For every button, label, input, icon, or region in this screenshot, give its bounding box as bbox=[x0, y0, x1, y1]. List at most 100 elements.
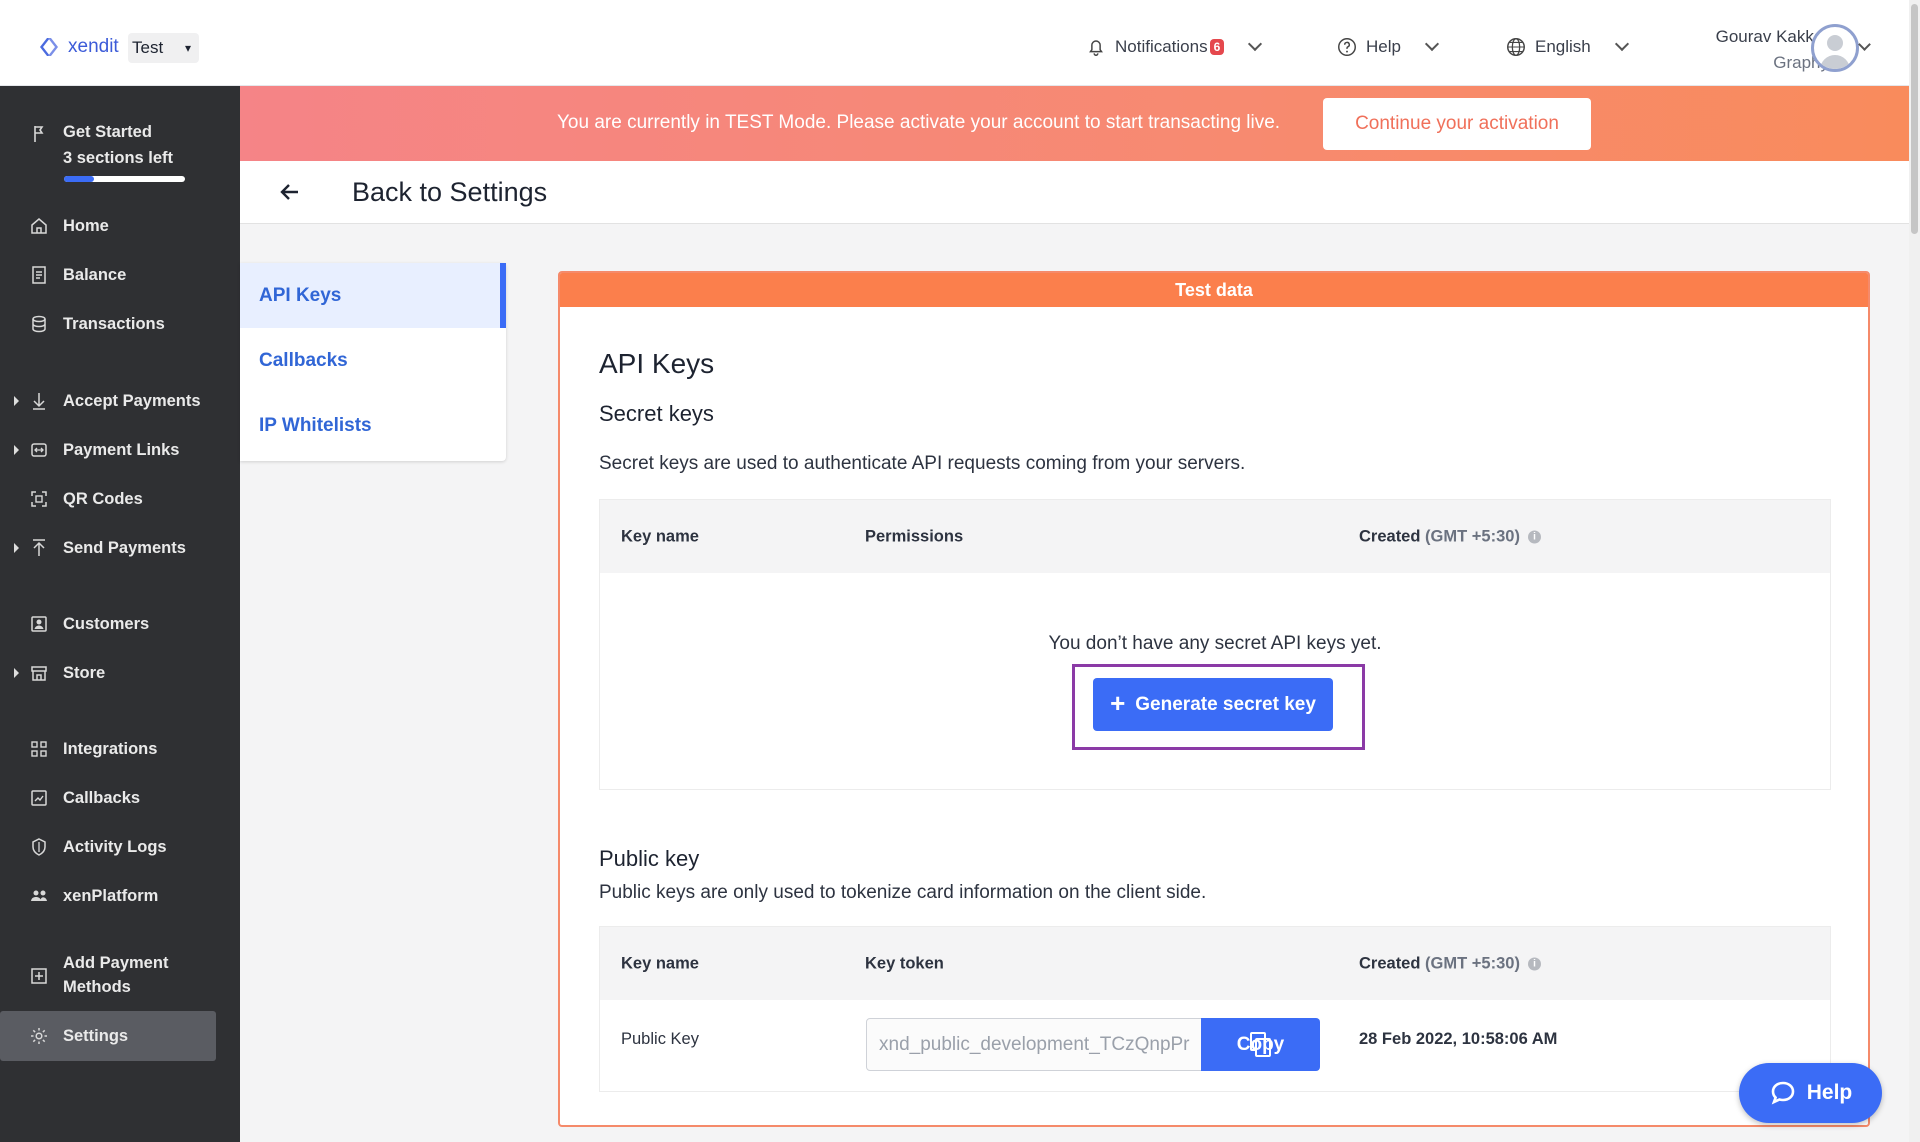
sidebar-item-callbacks[interactable]: Callbacks bbox=[0, 777, 216, 819]
submenu-item-ip-whitelists[interactable]: IP Whitelists bbox=[240, 393, 506, 458]
add-box-icon bbox=[31, 968, 47, 984]
sidebar-item-integrations[interactable]: Integrations bbox=[0, 728, 216, 770]
column-created: Created (GMT +5:30) i bbox=[1359, 527, 1541, 546]
sidebar-item-balance[interactable]: Balance bbox=[0, 254, 216, 296]
page-scrollbar[interactable] bbox=[1909, 0, 1920, 1142]
expand-arrow-icon bbox=[14, 445, 19, 455]
sidebar-item-send-payments[interactable]: Send Payments bbox=[0, 527, 216, 569]
arrow-left-icon[interactable] bbox=[278, 180, 302, 204]
accept-payments-icon bbox=[33, 393, 45, 410]
expand-arrow-icon bbox=[14, 668, 19, 678]
language-label: English bbox=[1535, 37, 1591, 56]
store-icon bbox=[31, 666, 47, 681]
notifications-menu[interactable]: Notifications 6 bbox=[1085, 36, 1263, 58]
chevron-down-icon bbox=[1614, 36, 1629, 52]
help-chat-label: Help bbox=[1806, 1081, 1853, 1104]
plus-icon: + bbox=[1110, 688, 1126, 718]
sidebar-item-customers[interactable]: Customers bbox=[0, 603, 216, 645]
sidebar-item-activity-logs[interactable]: Activity Logs bbox=[0, 826, 216, 868]
continue-activation-button[interactable]: Continue your activation bbox=[1323, 98, 1591, 150]
environment-select[interactable]: Test ▾ bbox=[128, 33, 199, 63]
notifications-count-badge: 6 bbox=[1209, 39, 1225, 55]
xendit-logo-icon bbox=[40, 38, 58, 56]
get-started-title: Get Started bbox=[63, 123, 152, 141]
generate-secret-key-button[interactable]: + Generate secret key bbox=[1093, 678, 1333, 731]
home-icon bbox=[31, 218, 47, 234]
sidebar-item-home[interactable]: Home bbox=[0, 205, 216, 247]
sidebar-item-label: Transactions bbox=[63, 315, 165, 333]
public-key-heading: Public key bbox=[599, 846, 700, 871]
chevron-down-icon: ▾ bbox=[184, 41, 191, 55]
secret-keys-description: Secret keys are used to authenticate API… bbox=[599, 453, 1246, 474]
submenu-item-callbacks[interactable]: Callbacks bbox=[240, 328, 506, 393]
copy-button[interactable]: Copy bbox=[1201, 1018, 1320, 1071]
column-created: Created (GMT +5:30) i bbox=[1359, 954, 1541, 973]
sidebar-item-label: Balance bbox=[63, 266, 127, 284]
help-chat-button[interactable]: Help bbox=[1739, 1063, 1882, 1123]
balance-icon bbox=[32, 266, 46, 284]
table-row: Public Key xnd_public_development_TCzQnp… bbox=[600, 1000, 1830, 1091]
get-started-progress bbox=[64, 176, 185, 182]
chevron-down-icon[interactable] bbox=[1858, 38, 1871, 51]
qr-code-icon bbox=[31, 491, 47, 507]
empty-state: You don’t have any secret API keys yet. … bbox=[600, 573, 1830, 789]
sidebar-item-qr-codes[interactable]: QR Codes bbox=[0, 478, 216, 520]
table-header: Key name Key token Created (GMT +5:30) i bbox=[600, 927, 1830, 1000]
sidebar-item-transactions[interactable]: Transactions bbox=[0, 303, 216, 345]
people-icon bbox=[31, 890, 47, 901]
empty-state-message: You don’t have any secret API keys yet. bbox=[1048, 633, 1382, 654]
sidebar-item-label: Integrations bbox=[63, 740, 158, 758]
sidebar-item-payment-links[interactable]: Payment Links bbox=[0, 429, 216, 471]
sidebar-item-get-started[interactable]: Get Started 3 sections left bbox=[0, 120, 216, 180]
scrollbar-thumb[interactable] bbox=[1911, 4, 1918, 234]
test-data-header: Test data bbox=[560, 273, 1868, 307]
test-mode-banner: You are currently in TEST Mode. Please a… bbox=[240, 86, 1909, 161]
avatar[interactable] bbox=[1811, 24, 1859, 72]
submenu-item-api-keys[interactable]: API Keys bbox=[240, 263, 506, 328]
expand-arrow-icon bbox=[14, 396, 19, 406]
sidebar-item-label: Send Payments bbox=[63, 539, 186, 557]
sidebar-item-label: Accept Payments bbox=[63, 392, 201, 410]
sidebar-item-store[interactable]: Store bbox=[0, 652, 216, 694]
flag-icon bbox=[34, 126, 44, 142]
sidebar-item-label: Activity Logs bbox=[63, 838, 167, 856]
xendit-logo[interactable]: xendit bbox=[36, 34, 119, 60]
generate-secret-key-label: Generate secret key bbox=[1135, 693, 1316, 715]
public-key-token-field[interactable]: xnd_public_development_TCzQnpPr bbox=[866, 1018, 1202, 1071]
sidebar-item-xenplatform[interactable]: xenPlatform bbox=[0, 875, 216, 917]
integrations-icon bbox=[31, 741, 47, 757]
chevron-down-icon bbox=[1248, 36, 1263, 52]
public-key-description: Public keys are only used to tokenize ca… bbox=[599, 882, 1207, 903]
table-header: Key name Permissions Created (GMT +5:30)… bbox=[600, 500, 1830, 573]
api-keys-card: Test data API Keys Secret keys Secret ke… bbox=[558, 271, 1870, 1127]
shield-icon bbox=[32, 838, 46, 856]
timezone-label: (GMT +5:30) bbox=[1425, 527, 1520, 545]
sidebar-item-label: Add Payment Methods bbox=[63, 954, 169, 996]
help-menu[interactable]: Help bbox=[1336, 36, 1440, 58]
column-key-name: Key name bbox=[621, 954, 699, 972]
sidebar-item-settings[interactable]: Settings bbox=[0, 1011, 216, 1061]
public-key-table: Key name Key token Created (GMT +5:30) i … bbox=[599, 926, 1831, 1092]
column-key-name: Key name bbox=[621, 527, 699, 545]
sidebar-item-add-payment-methods[interactable]: Add Payment Methods bbox=[0, 949, 216, 1003]
timezone-label: (GMT +5:30) bbox=[1425, 954, 1520, 972]
help-label: Help bbox=[1366, 37, 1401, 56]
info-icon[interactable]: i bbox=[1527, 957, 1541, 971]
sidebar-item-label: Customers bbox=[63, 615, 150, 633]
info-icon[interactable]: i bbox=[1527, 530, 1541, 544]
question-circle-icon bbox=[1338, 38, 1356, 56]
copy-label: Copy bbox=[1236, 1033, 1285, 1055]
page-title: API Keys bbox=[599, 348, 715, 379]
chat-bubble-icon bbox=[1771, 1081, 1795, 1105]
bell-icon bbox=[1089, 40, 1103, 56]
back-to-settings-link[interactable]: Back to Settings bbox=[352, 177, 547, 208]
language-menu[interactable]: English bbox=[1505, 36, 1629, 58]
chevron-down-icon bbox=[1424, 36, 1440, 52]
sidebar-item-accept-payments[interactable]: Accept Payments bbox=[0, 380, 216, 422]
sidebar-item-label: Home bbox=[63, 217, 109, 235]
globe-icon bbox=[1507, 38, 1525, 56]
sidebar-item-label: Settings bbox=[63, 1027, 129, 1045]
created-label: Created bbox=[1359, 954, 1421, 972]
customers-icon bbox=[31, 616, 47, 632]
public-key-created: 28 Feb 2022, 10:58:06 AM bbox=[1359, 1030, 1558, 1048]
